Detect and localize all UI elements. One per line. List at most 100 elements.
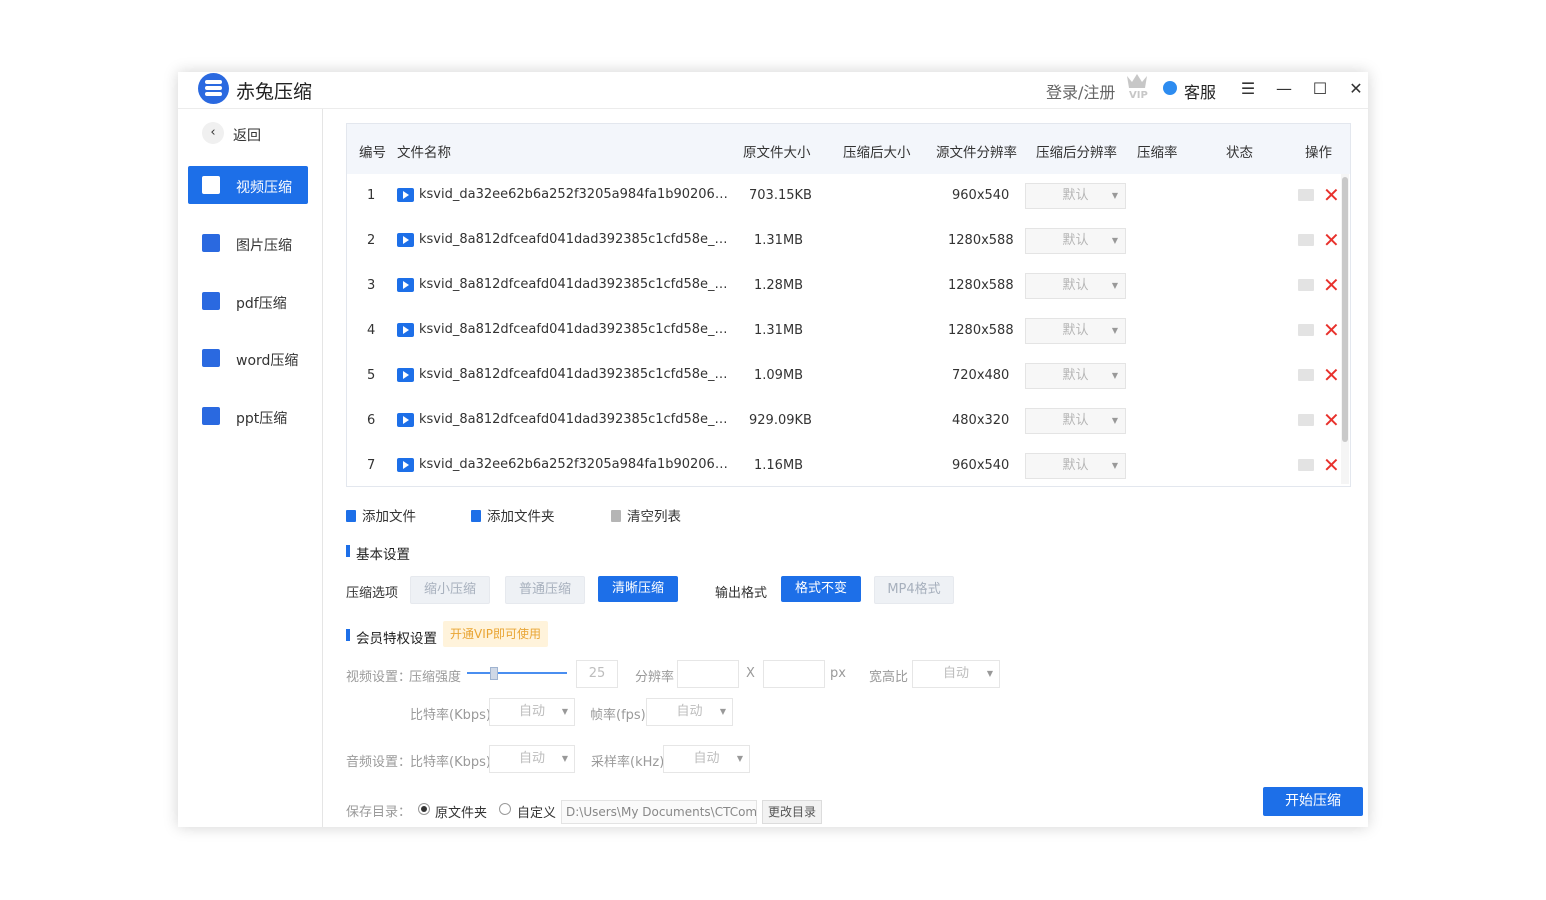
menu-button[interactable]: ☰	[1237, 78, 1259, 100]
target-resolution-select[interactable]: 默认 ▼	[1025, 273, 1126, 299]
file-size: 1.31MB	[754, 233, 804, 248]
delete-icon[interactable]: ✕	[1323, 453, 1340, 477]
target-resolution-select[interactable]: 默认 ▼	[1025, 408, 1126, 434]
file-size: 929.09KB	[749, 413, 812, 428]
fps-select[interactable]: 自动 ▼	[646, 698, 733, 726]
clear-compress-button[interactable]: 清晰压缩	[598, 576, 678, 602]
column-header: 编号	[359, 145, 386, 161]
custom-folder-label[interactable]: 自定义	[517, 802, 556, 821]
custom-folder-radio[interactable]	[499, 803, 511, 815]
basic-settings-title: 基本设置	[346, 543, 410, 563]
word-icon	[202, 349, 220, 367]
strength-slider-handle[interactable]	[490, 667, 498, 680]
vip-crown-icon[interactable]: VIP	[1124, 72, 1150, 101]
row-number: 3	[367, 278, 376, 293]
row-number: 4	[367, 323, 376, 338]
resolution-height-input[interactable]	[763, 660, 825, 688]
fps-label: 帧率(fps)	[590, 708, 646, 723]
back-arrow-icon[interactable]: ‹	[202, 122, 224, 144]
bitrate-select[interactable]: 自动 ▼	[489, 698, 575, 726]
aspect-ratio-label: 宽高比	[869, 670, 909, 685]
save-path-input[interactable]: D:\Users\My Documents\CTCompr	[561, 800, 757, 824]
source-resolution: 1280x588	[948, 233, 1014, 248]
file-name: ksvid_da32ee62b6a252f3205a984fa1b90206_e…	[419, 187, 729, 202]
folder-icon[interactable]	[1298, 234, 1314, 246]
folder-icon[interactable]	[1298, 369, 1314, 381]
folder-add-icon	[471, 510, 481, 522]
folder-icon[interactable]	[1298, 324, 1314, 336]
source-resolution: 1280x588	[948, 323, 1014, 338]
target-resolution-select[interactable]: 默认 ▼	[1025, 228, 1126, 254]
row-number: 7	[367, 458, 376, 473]
sidebar-item-video[interactable]: 视频压缩	[188, 166, 308, 204]
file-size: 1.16MB	[754, 458, 804, 473]
delete-icon[interactable]: ✕	[1323, 228, 1340, 252]
add-folder-label: 添加文件夹	[487, 509, 555, 525]
table-scrollbar[interactable]	[1341, 174, 1349, 484]
row-number: 1	[367, 188, 376, 203]
scrollbar-thumb[interactable]	[1342, 177, 1348, 442]
start-compress-button[interactable]: 开始压缩	[1263, 787, 1363, 816]
file-size: 1.31MB	[754, 323, 804, 338]
folder-icon[interactable]	[1298, 414, 1314, 426]
small-compress-button[interactable]: 缩小压缩	[410, 576, 490, 604]
customer-service-icon[interactable]	[1163, 81, 1177, 95]
sidebar-item-label: 视频压缩	[236, 180, 292, 196]
video-settings-label: 视频设置：	[346, 670, 412, 685]
sidebar-item-ppt[interactable]: ppt压缩	[188, 397, 308, 435]
target-resolution-select[interactable]: 默认 ▼	[1025, 453, 1126, 479]
login-link[interactable]: 登录/注册	[1046, 79, 1115, 103]
maximize-button[interactable]: ☐	[1309, 78, 1331, 100]
aspect-ratio-value: 自动	[942, 666, 969, 681]
aspect-ratio-select[interactable]: 自动 ▼	[912, 660, 1000, 688]
sidebar-item-image[interactable]: 图片压缩	[188, 224, 308, 262]
vip-label: VIP	[1129, 90, 1148, 100]
folder-icon[interactable]	[1298, 459, 1314, 471]
folder-icon[interactable]	[1298, 189, 1314, 201]
column-header: 文件名称	[397, 145, 451, 161]
chevron-down-icon: ▼	[1111, 191, 1118, 200]
target-resolution-select[interactable]: 默认 ▼	[1025, 363, 1126, 389]
back-button[interactable]: 返回	[233, 125, 261, 145]
delete-icon[interactable]: ✕	[1323, 183, 1340, 207]
file-name: ksvid_da32ee62b6a252f3205a984fa1b90206_e…	[419, 457, 729, 472]
table-row: 3 ksvid_8a812dfceafd041dad392385c1cfd58e…	[347, 264, 1341, 309]
chevron-down-icon: ▼	[1111, 461, 1118, 470]
resolution-width-input[interactable]	[677, 660, 739, 688]
sample-rate-select[interactable]: 自动 ▼	[663, 745, 750, 773]
add-folder-button[interactable]: 添加文件夹	[471, 505, 555, 525]
delete-icon[interactable]: ✕	[1323, 363, 1340, 387]
file-size: 1.28MB	[754, 278, 804, 293]
clear-list-button[interactable]: 清空列表	[611, 505, 681, 525]
vip-upgrade-badge[interactable]: 开通VIP即可使用	[443, 621, 548, 647]
chevron-down-icon: ▼	[1111, 281, 1118, 290]
target-resolution-select[interactable]: 默认 ▼	[1025, 318, 1126, 344]
customer-service-link[interactable]: 客服	[1184, 79, 1216, 103]
audio-bitrate-select[interactable]: 自动 ▼	[489, 745, 575, 773]
delete-icon[interactable]: ✕	[1323, 318, 1340, 342]
sidebar-item-label: 图片压缩	[236, 238, 292, 254]
original-folder-radio[interactable]	[418, 803, 430, 815]
sample-rate-value: 自动	[693, 751, 720, 766]
sidebar-item-word[interactable]: word压缩	[188, 339, 308, 377]
original-folder-label[interactable]: 原文件夹	[435, 802, 487, 821]
keep-format-button[interactable]: 格式不变	[781, 576, 861, 602]
strength-input[interactable]: 25	[576, 660, 618, 688]
minimize-button[interactable]: —	[1273, 78, 1295, 100]
close-button[interactable]: ✕	[1345, 78, 1367, 100]
folder-icon[interactable]	[1298, 279, 1314, 291]
mp4-format-button[interactable]: MP4格式	[874, 576, 954, 604]
delete-icon[interactable]: ✕	[1323, 273, 1340, 297]
add-file-button[interactable]: 添加文件	[346, 505, 416, 525]
source-resolution: 480x320	[952, 413, 1010, 428]
sidebar: ‹ 返回 视频压缩 图片压缩 pdf压缩 word压缩 ppt压缩	[178, 109, 323, 827]
strength-label: 压缩强度	[409, 670, 462, 685]
strength-slider[interactable]	[467, 672, 567, 674]
column-header: 原文件大小	[743, 145, 811, 161]
target-resolution-select[interactable]: 默认 ▼	[1025, 183, 1126, 209]
delete-icon[interactable]: ✕	[1323, 408, 1340, 432]
sidebar-item-pdf[interactable]: pdf压缩	[188, 282, 308, 320]
change-dir-button[interactable]: 更改目录	[762, 800, 822, 824]
normal-compress-button[interactable]: 普通压缩	[505, 576, 585, 604]
select-value: 默认	[1062, 233, 1089, 248]
